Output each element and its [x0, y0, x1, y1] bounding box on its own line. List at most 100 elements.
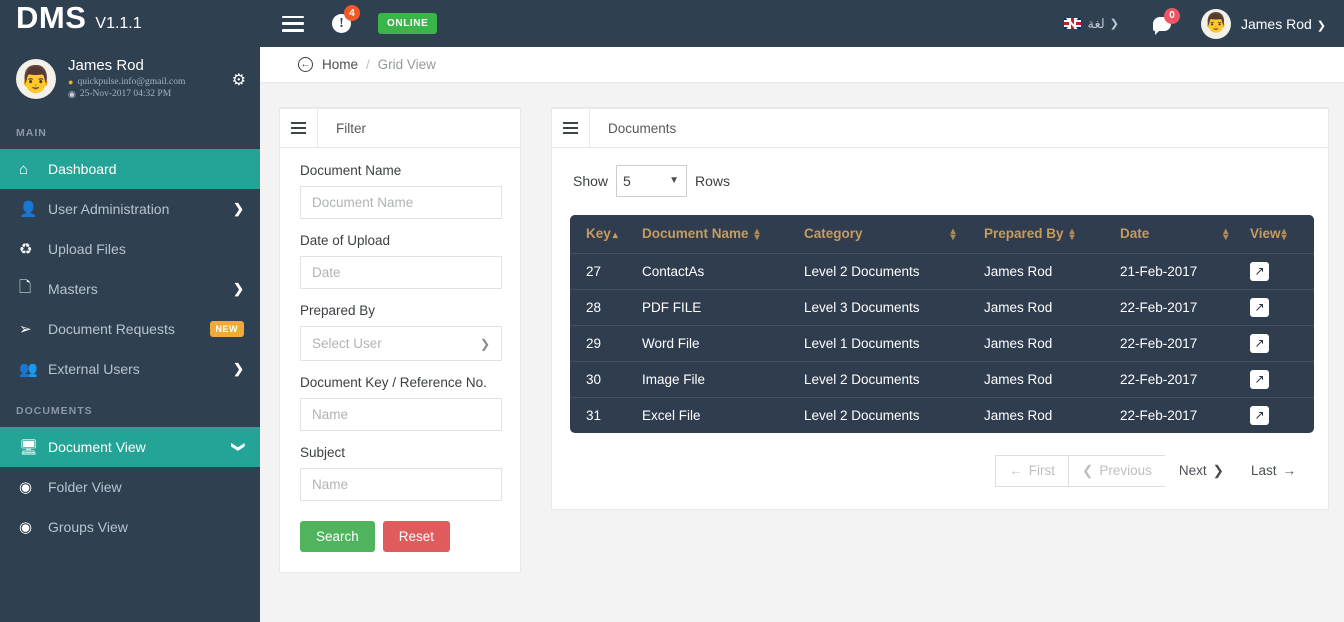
cell-date: 22-Feb-2017 — [1120, 324, 1250, 362]
show-rows-control: Show 5 ▼ Rows — [573, 165, 1310, 197]
rows-per-page-select[interactable]: 5 ▼ — [616, 165, 688, 197]
sidebar-profile[interactable]: 👨 James Rod ● quickpulse.info@gmail.com … — [0, 47, 260, 111]
subject-input[interactable] — [300, 468, 502, 501]
column-header-category[interactable]: Category — [804, 215, 984, 254]
chevron-right-icon: ❯ — [233, 201, 244, 216]
external-link-icon[interactable]: ↗ — [1250, 369, 1269, 389]
alerts-button[interactable]: ! 4 — [332, 5, 360, 33]
chevron-down-icon: ❯ — [1109, 18, 1119, 30]
show-rows-suffix: Rows — [695, 173, 731, 189]
sidebar-item-folder-view[interactable]: ◉ Folder View — [0, 467, 260, 507]
breadcrumb-separator: / — [366, 57, 370, 72]
brand-logo[interactable]: DMS V1.1.1 — [0, 0, 260, 47]
sort-both-icon — [755, 227, 760, 242]
cell-view: ↗ — [1250, 288, 1314, 326]
pagination-first[interactable]: ← First — [995, 454, 1070, 487]
sidebar-item-label: Upload Files — [48, 241, 126, 257]
gear-icon[interactable]: ⚙ — [232, 73, 246, 89]
sidebar-item-label: Dashboard — [48, 161, 117, 177]
cell-document-name: Word File — [642, 324, 804, 362]
column-header-date[interactable]: Date — [1120, 215, 1250, 254]
sidebar-item-dashboard[interactable]: ⌂ Dashboard — [0, 149, 260, 189]
external-link-icon[interactable]: ↗ — [1250, 261, 1269, 281]
breadcrumb-current: Grid View — [377, 57, 436, 72]
column-header-key[interactable]: Key ▴ — [570, 215, 642, 254]
brand-version: V1.1.1 — [95, 15, 142, 32]
external-link-icon[interactable]: ↗ — [1250, 405, 1269, 425]
table-row[interactable]: 27 ContactAs Level 2 Documents James Rod… — [570, 252, 1314, 290]
cell-prepared-by: James Rod — [984, 288, 1120, 326]
pagination-label: First — [1028, 463, 1056, 479]
document-name-label: Document Name — [300, 163, 402, 178]
column-header-document-name[interactable]: Document Name — [642, 215, 804, 254]
pagination-label: Next — [1178, 463, 1207, 479]
breadcrumb-home[interactable]: Home — [322, 57, 358, 72]
documents-table-body: 27 ContactAs Level 2 Documents James Rod… — [570, 252, 1314, 433]
filter-form: Document Name Date of Upload Prepared By… — [280, 148, 520, 572]
sidebar-item-user-administration[interactable]: 👤 User Administration ❯ — [0, 189, 260, 229]
documents-panel-header: Documents — [552, 109, 1328, 148]
language-switcher[interactable]: لغة ❯ — [1063, 16, 1119, 32]
status-badge[interactable]: ONLINE — [378, 13, 438, 34]
messages-button[interactable]: 0 — [1152, 7, 1180, 35]
sidebar-section-documents: DOCUMENTS 🖥 Document View ❯ ◉ Folder Vie… — [0, 389, 260, 547]
column-header-view[interactable]: View — [1250, 215, 1314, 254]
table-row[interactable]: 30 Image File Level 2 Documents James Ro… — [570, 360, 1314, 398]
arrow-right-icon: → — [1282, 463, 1297, 479]
hamburger-icon[interactable] — [282, 15, 304, 32]
column-header-prepared-by[interactable]: Prepared By — [984, 215, 1120, 254]
date-of-upload-input[interactable] — [300, 256, 502, 289]
filter-panel-header: Filter — [280, 109, 520, 148]
pagination-label: Last — [1250, 463, 1277, 479]
hamburger-icon[interactable] — [280, 109, 318, 147]
external-link-icon[interactable]: ↗ — [1250, 333, 1269, 353]
filter-panel: Filter Document Name Date of Upload Prep… — [279, 107, 521, 573]
cell-document-name: PDF FILE — [642, 288, 804, 326]
filter-actions: Search Reset — [300, 521, 500, 552]
document-name-input[interactable] — [300, 186, 502, 219]
cell-key: 27 — [570, 252, 642, 290]
pin-icon: ● — [68, 77, 74, 88]
application-root: DMS V1.1.1 ! 4 ONLINE لغة ❯ 0 👨 James Ro… — [0, 0, 1344, 622]
documents-body: Show 5 ▼ Rows Key▴ Document Name Ca — [552, 148, 1328, 509]
cell-document-name: Excel File — [642, 396, 804, 433]
sidebar-item-document-view[interactable]: 🖥 Document View ❯ — [0, 427, 260, 467]
user-shared-icon: 👥 — [19, 361, 38, 378]
cell-key: 30 — [570, 360, 642, 398]
table-row[interactable]: 29 Word File Level 1 Documents James Rod… — [570, 324, 1314, 362]
document-key-input[interactable] — [300, 398, 502, 431]
search-button[interactable]: Search — [300, 521, 375, 552]
hamburger-icon[interactable] — [552, 109, 590, 147]
top-header-bar: DMS V1.1.1 ! 4 ONLINE لغة ❯ 0 👨 James Ro… — [0, 0, 1344, 47]
prepared-by-select[interactable]: Select User — [300, 326, 502, 361]
file-icon: 🗋 — [19, 278, 32, 296]
sidebar-item-document-requests[interactable]: ➢ Document Requests NEW — [0, 309, 260, 349]
pagination-next[interactable]: Next ❯ — [1164, 454, 1238, 487]
sidebar-item-external-users[interactable]: 👥 External Users ❯ — [0, 349, 260, 389]
sidebar-section-title-main: MAIN — [16, 127, 47, 139]
sort-asc-icon: ▴ — [612, 230, 618, 242]
table-row[interactable]: 28 PDF FILE Level 3 Documents James Rod … — [570, 288, 1314, 326]
back-circle-icon[interactable]: ← — [298, 57, 313, 72]
clock-icon: ◉ — [68, 89, 76, 100]
profile-time-row: ◉ 25-Nov-2017 04:32 PM — [68, 89, 185, 101]
chevron-right-icon: ❯ — [233, 361, 244, 376]
sidebar-item-upload-files[interactable]: ♻ Upload Files — [0, 229, 260, 269]
external-link-icon[interactable]: ↗ — [1250, 297, 1269, 317]
cell-document-name: Image File — [642, 360, 804, 398]
sidebar-item-groups-view[interactable]: ◉ Groups View — [0, 507, 260, 547]
pagination-previous[interactable]: ❮ Previous — [1068, 454, 1166, 487]
prepared-by-select-wrap: Select User ❯ — [300, 326, 502, 361]
reset-button[interactable]: Reset — [382, 521, 451, 552]
cell-view: ↗ — [1250, 360, 1314, 398]
user-menu[interactable]: 👨 James Rod ❯ — [1200, 8, 1326, 39]
table-row[interactable]: 31 Excel File Level 2 Documents James Ro… — [570, 396, 1314, 433]
panels-row: Filter Document Name Date of Upload Prep… — [260, 83, 1344, 573]
circle-dot-icon: ◉ — [19, 479, 33, 496]
header-right-tools: لغة ❯ 0 👨 James Rod ❯ — [1063, 7, 1344, 39]
arrow-left-icon: ← — [1009, 463, 1023, 479]
sidebar-item-label: Document Requests — [48, 321, 175, 337]
sidebar-item-masters[interactable]: 🗋 Masters ❯ — [0, 269, 260, 309]
cell-date: 22-Feb-2017 — [1120, 396, 1250, 433]
pagination-last[interactable]: Last → — [1236, 454, 1310, 487]
